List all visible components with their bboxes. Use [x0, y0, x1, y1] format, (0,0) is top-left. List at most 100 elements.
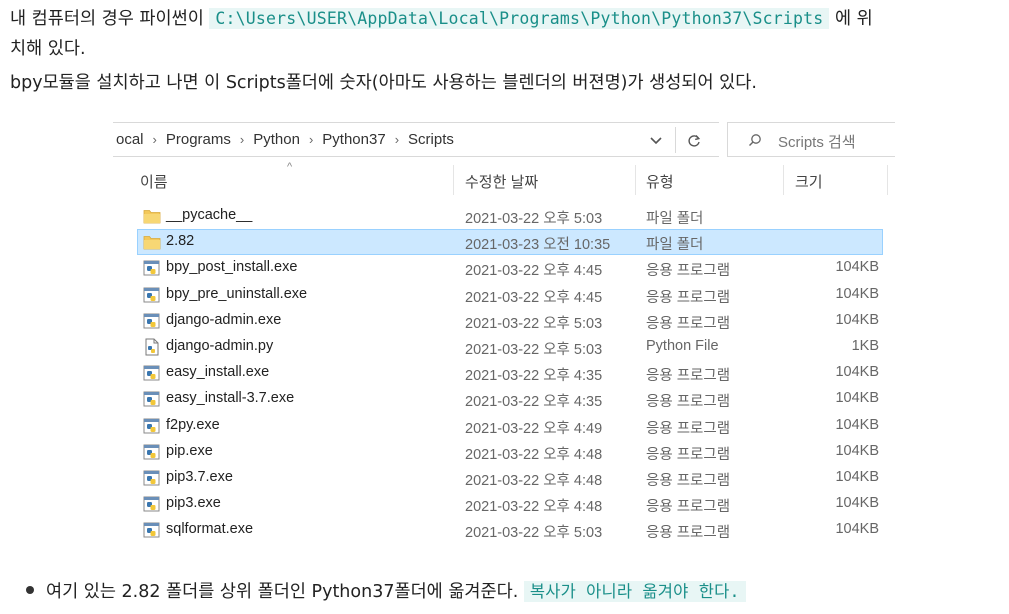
breadcrumb-item-scripts[interactable]: Scripts [405, 131, 457, 148]
file-size: 104KB [835, 468, 879, 485]
sort-ascending-icon: ^ [287, 161, 293, 173]
file-size: 104KB [835, 390, 879, 407]
file-list: __pycache__ 2021-03-22 오후 5:03 파일 폴더 2.82 20… [113, 203, 895, 543]
bullet-icon [26, 586, 34, 594]
file-type: Python File [646, 337, 719, 354]
python-exe-icon [143, 260, 160, 276]
file-date-modified: 2021-03-22 오후 5:03 [465, 211, 603, 227]
breadcrumb-separator-icon: › [239, 132, 245, 147]
search-icon [749, 134, 761, 146]
file-size: 104KB [835, 521, 879, 538]
file-name: 2.82 [166, 233, 195, 250]
folder-icon [143, 236, 161, 250]
column-divider[interactable] [783, 165, 784, 195]
file-size: 104KB [835, 311, 879, 328]
breadcrumb-separator-icon: › [308, 132, 314, 147]
file-row[interactable]: __pycache__ 2021-03-22 오후 5:03 파일 폴더 [113, 203, 895, 229]
python-exe-icon [143, 287, 160, 303]
file-date-modified: 2021-03-22 오후 4:45 [465, 289, 603, 306]
file-name: pip.exe [166, 442, 213, 459]
file-row[interactable]: 2.82 2021-03-23 오전 10:35 파일 폴더 [113, 229, 895, 256]
breadcrumb-separator-icon: › [152, 132, 157, 147]
paragraph-line-2: 치해 있다. [10, 39, 86, 59]
search-placeholder: Scripts 검색 [778, 134, 856, 151]
file-name: bpy_post_install.exe [166, 259, 298, 276]
column-divider[interactable] [635, 165, 636, 195]
search-input[interactable]: Scripts 검색 [727, 122, 895, 157]
python-exe-icon [143, 418, 160, 433]
breadcrumb-item-local[interactable]: ocal [113, 131, 147, 148]
python-exe-icon [143, 522, 160, 538]
file-type: 응용 프로그램 [646, 368, 731, 385]
python-exe-icon [143, 496, 160, 512]
file-row[interactable]: f2py.exe 2021-03-22 오후 4:49 응용 프로그램 104KB [113, 413, 895, 439]
refresh-icon [688, 135, 701, 147]
file-date-modified: 2021-03-22 오후 4:48 [465, 446, 603, 463]
file-row[interactable]: pip3.7.exe 2021-03-22 오후 4:48 응용 프로그램 104KB [113, 465, 895, 491]
file-row[interactable]: bpy_pre_uninstall.exe 2021-03-22 오후 4:45 응… [113, 282, 895, 308]
column-header-name[interactable]: 이름 [140, 171, 168, 192]
file-explorer-screenshot: ocal › Programs › Python › Python37 › Sc… [113, 117, 895, 557]
file-name: sqlformat.exe [166, 521, 254, 538]
file-type: 응용 프로그램 [646, 472, 731, 489]
column-divider[interactable] [453, 165, 454, 195]
file-name: pip3.7.exe [166, 468, 233, 485]
column-divider[interactable] [887, 165, 888, 195]
file-name: __pycache__ [166, 207, 253, 223]
python-exe-icon [143, 391, 160, 407]
file-name: easy_install.exe [166, 364, 270, 381]
file-date-modified: 2021-03-22 오후 5:03 [465, 315, 603, 332]
address-bar[interactable]: ocal › Programs › Python › Python37 › Sc… [113, 122, 719, 157]
file-size: 104KB [835, 259, 879, 276]
file-row[interactable]: bpy_post_install.exe 2021-03-22 오후 4:45 응용… [113, 255, 895, 281]
file-row[interactable]: django-admin.exe 2021-03-22 오후 5:03 응용 프로그… [113, 308, 895, 334]
file-name: django-admin.py [166, 337, 274, 354]
paragraph-text: 에 위 [834, 9, 873, 29]
file-row[interactable]: pip.exe 2021-03-22 오후 4:48 응용 프로그램 104KB [113, 439, 895, 465]
file-type: 응용 프로그램 [646, 263, 731, 280]
file-date-modified: 2021-03-22 오후 4:48 [465, 472, 603, 489]
file-date-modified: 2021-03-22 오후 4:35 [465, 368, 603, 385]
file-date-modified: 2021-03-22 오후 4:49 [465, 420, 603, 437]
file-date-modified: 2021-03-22 오후 5:03 [465, 341, 603, 358]
refresh-button[interactable] [675, 127, 710, 153]
file-type: 응용 프로그램 [646, 420, 731, 437]
file-name: django-admin.exe [166, 311, 282, 328]
file-row[interactable]: easy_install.exe 2021-03-22 오후 4:35 응용 프로그… [113, 360, 895, 386]
paragraph-line-3: bpy모듈을 설치하고 나면 이 Scripts폴더에 숫자(아마도 사용하는 … [10, 73, 757, 93]
breadcrumb-separator-icon: › [394, 132, 400, 147]
breadcrumb-item-python[interactable]: Python [250, 131, 303, 148]
bullet-list-item: 여기 있는 2.82 폴더를 상위 폴더인 Python37폴더에 옮겨준다. … [26, 577, 746, 607]
bullet-text: 여기 있는 2.82 폴더를 상위 폴더인 Python37폴더에 옮겨준다. [46, 582, 519, 602]
file-row[interactable]: sqlformat.exe 2021-03-22 오후 5:03 응용 프로그램 10… [113, 517, 895, 543]
python-exe-icon [143, 365, 160, 381]
file-row[interactable]: easy_install-3.7.exe 2021-03-22 오후 4:35 응용… [113, 386, 895, 412]
file-type: 파일 폴더 [646, 237, 704, 254]
file-row[interactable]: pip3.exe 2021-03-22 오후 4:48 응용 프로그램 104KB [113, 491, 895, 517]
column-header-type[interactable]: 유형 [646, 171, 674, 192]
file-name: pip3.exe [166, 495, 221, 512]
file-size: 104KB [835, 285, 879, 302]
python-exe-icon [143, 313, 160, 329]
chevron-down-icon[interactable] [648, 132, 664, 148]
inline-code-note: 복사가 아니라 옮겨야 한다. [523, 581, 746, 602]
column-header-size[interactable]: 크기 [795, 171, 823, 192]
file-type: 응용 프로그램 [646, 289, 731, 306]
file-size: 104KB [835, 416, 879, 433]
file-date-modified: 2021-03-22 오후 5:03 [465, 525, 603, 542]
breadcrumb-item-python37[interactable]: Python37 [319, 131, 388, 148]
file-name: easy_install-3.7.exe [166, 390, 295, 407]
folder-icon [143, 210, 161, 224]
file-type: 응용 프로그램 [646, 525, 731, 542]
file-row[interactable]: django-admin.py 2021-03-22 오후 5:03 Python … [113, 334, 895, 360]
breadcrumb-item-programs[interactable]: Programs [163, 131, 234, 148]
breadcrumb: ocal › Programs › Python › Python37 › Sc… [113, 131, 457, 148]
column-header-date[interactable]: 수정한 날짜 [465, 171, 538, 192]
file-type: 응용 프로그램 [646, 446, 731, 463]
paragraph-text: 내 컴퓨터의 경우 파이썬이 [10, 9, 204, 29]
file-type: 파일 폴더 [646, 211, 704, 227]
file-size: 104KB [835, 364, 879, 381]
file-type: 응용 프로그램 [646, 394, 731, 411]
file-size: 104KB [835, 442, 879, 459]
paragraph-line-1: 내 컴퓨터의 경우 파이썬이 C:\Users\USER\AppData\Loc… [10, 4, 873, 34]
